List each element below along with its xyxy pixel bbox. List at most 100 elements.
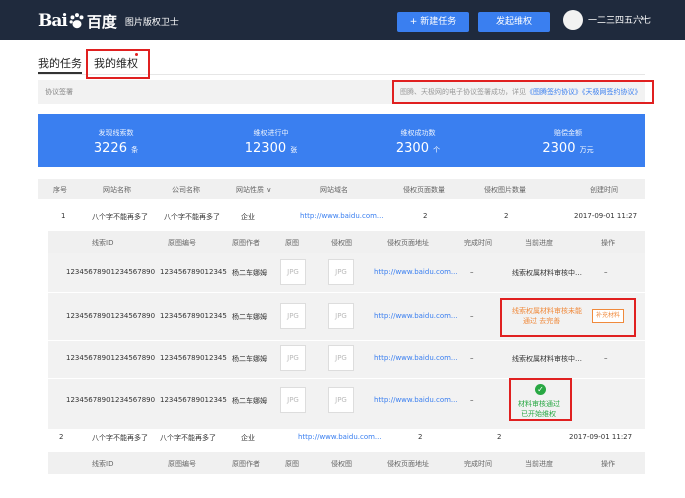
subcol-author: 原图作者 xyxy=(232,460,260,468)
col-site-type[interactable]: 网站性质 ∨ xyxy=(236,185,271,195)
action-none: – xyxy=(604,354,608,362)
row1-site-name: 八个字不能再多了 xyxy=(92,213,148,221)
row2-index: 2 xyxy=(59,433,64,441)
highlight-box-tab xyxy=(86,49,150,79)
stat-success: 维权成功数 2300 个 xyxy=(358,114,478,156)
highlight-box-rejected xyxy=(500,298,636,337)
row2-pages: 2 xyxy=(418,433,423,441)
subcol-img-no: 原图编号 xyxy=(168,239,196,247)
stat-number: 12300 xyxy=(244,141,287,156)
highlight-box-agreement xyxy=(392,80,654,104)
subcol-author: 原图作者 xyxy=(232,239,260,247)
clue-id: 12345678901234567890 xyxy=(66,354,156,362)
col-images: 侵权图片数量 xyxy=(484,186,526,194)
infringing-thumbnail[interactable]: JPG xyxy=(328,387,354,413)
subcol-original: 原图 xyxy=(285,460,299,468)
done-time: – xyxy=(470,354,474,362)
stat-number: 2300 xyxy=(542,141,576,156)
row2-domain-link[interactable]: http://www.baidu.com... xyxy=(298,433,382,441)
subcol-infringing: 侵权图 xyxy=(331,460,352,468)
col-domain: 网站域名 xyxy=(320,186,348,194)
page-url-link[interactable]: http://www.baidu.com... xyxy=(374,312,458,320)
page-url-link[interactable]: http://www.baidu.com... xyxy=(374,396,458,404)
subcol-clue-id: 线索ID xyxy=(92,239,114,247)
stat-label: 发现线索数 xyxy=(98,129,134,137)
row2-site-name: 八个字不能再多了 xyxy=(92,434,148,442)
new-task-button[interactable]: + 新建任务 xyxy=(397,12,469,32)
subcol-progress: 当前进度 xyxy=(525,239,553,247)
baidu-logo[interactable]: Bai 百度 图片版权卫士 xyxy=(38,10,179,32)
infringing-thumbnail[interactable]: JPG xyxy=(328,303,354,329)
done-time: – xyxy=(470,396,474,404)
original-thumbnail[interactable]: JPG xyxy=(280,345,306,371)
action-none: – xyxy=(604,268,608,276)
chevron-down-icon: ∨ xyxy=(266,186,272,194)
row1-pages: 2 xyxy=(423,212,428,220)
subcol-done-time: 完成时间 xyxy=(464,460,492,468)
new-dot-badge xyxy=(135,53,138,56)
stat-unit: 万元 xyxy=(579,146,594,154)
img-author: 杨二车娜姆 xyxy=(232,397,267,405)
logo-text-du: 百度 xyxy=(86,12,117,31)
stat-in-progress: 维权进行中 12300 张 xyxy=(211,114,331,156)
subcol-page-url: 侵权页面地址 xyxy=(387,239,429,247)
img-no: 123456789012345 xyxy=(160,312,227,320)
progress-status: 线索权属材料审核中… xyxy=(512,269,582,277)
subcol-done-time: 完成时间 xyxy=(464,239,492,247)
stat-unit: 张 xyxy=(290,146,298,154)
clue-id: 12345678901234567890 xyxy=(66,312,156,320)
row2-created: 2017-09-01 11:27 xyxy=(569,433,633,441)
original-thumbnail[interactable]: JPG xyxy=(280,303,306,329)
row2-site-type: 企业 xyxy=(241,434,255,442)
infringing-thumbnail[interactable]: JPG xyxy=(328,259,354,285)
agreement-title: 协议签署 xyxy=(45,88,73,96)
col-site-type-label: 网站性质 xyxy=(236,186,264,194)
progress-status: 线索权属材料审核中… xyxy=(512,355,582,363)
stat-value: 12300 张 xyxy=(211,141,331,156)
chevron-right-icon[interactable]: › xyxy=(640,11,644,24)
highlight-box-approved xyxy=(509,378,572,421)
clue-id: 12345678901234567890 xyxy=(66,396,156,404)
subcol-progress: 当前进度 xyxy=(525,460,553,468)
app-name: 图片版权卫士 xyxy=(124,17,179,28)
row1-site-type: 企业 xyxy=(241,213,255,221)
stat-value: 3226 条 xyxy=(56,141,176,156)
stat-value: 2300 个 xyxy=(358,141,478,156)
subcol-clue-id: 线索ID xyxy=(92,460,114,468)
done-time: – xyxy=(470,268,474,276)
subcol-action: 操作 xyxy=(601,460,615,468)
stat-unit: 个 xyxy=(433,146,441,154)
row1-index: 1 xyxy=(61,212,66,220)
stats-banner: 发现线索数 3226 条 维权进行中 12300 张 维权成功数 2300 个 … xyxy=(38,114,645,167)
subcol-img-no: 原图编号 xyxy=(168,460,196,468)
col-site-name: 网站名称 xyxy=(103,186,131,194)
page-url-link[interactable]: http://www.baidu.com... xyxy=(374,354,458,362)
stat-label: 赔偿金额 xyxy=(554,129,582,137)
col-index: 序号 xyxy=(53,186,67,194)
img-no: 123456789012345 xyxy=(160,268,227,276)
original-thumbnail[interactable]: JPG xyxy=(280,387,306,413)
subcol-infringing: 侵权图 xyxy=(331,239,352,247)
page-url-link[interactable]: http://www.baidu.com... xyxy=(374,268,458,276)
img-author: 杨二车娜姆 xyxy=(232,313,267,321)
col-pages: 侵权页面数量 xyxy=(403,186,445,194)
avatar[interactable] xyxy=(563,10,583,30)
col-created: 创建时间 xyxy=(590,186,618,194)
row1-domain-link[interactable]: http://www.baidu.com... xyxy=(300,212,384,220)
img-author: 杨二车娜姆 xyxy=(232,355,267,363)
infringing-thumbnail[interactable]: JPG xyxy=(328,345,354,371)
tab-my-tasks[interactable]: 我的任务 xyxy=(38,55,82,71)
subcol-action: 操作 xyxy=(601,239,615,247)
start-rights-button[interactable]: 发起维权 xyxy=(478,12,550,32)
stat-number: 3226 xyxy=(93,141,127,156)
row-divider xyxy=(48,340,645,341)
row1-images: 2 xyxy=(504,212,509,220)
paw-icon xyxy=(69,13,84,29)
original-thumbnail[interactable]: JPG xyxy=(280,259,306,285)
row2-company: 八个字不能再多了 xyxy=(160,434,216,442)
row1-created: 2017-09-01 11:27 xyxy=(574,212,638,220)
row-divider xyxy=(48,292,645,293)
stat-compensation: 赔偿金额 2300 万元 xyxy=(508,114,628,156)
done-time: – xyxy=(470,312,474,320)
stat-clues: 发现线索数 3226 条 xyxy=(56,114,176,156)
